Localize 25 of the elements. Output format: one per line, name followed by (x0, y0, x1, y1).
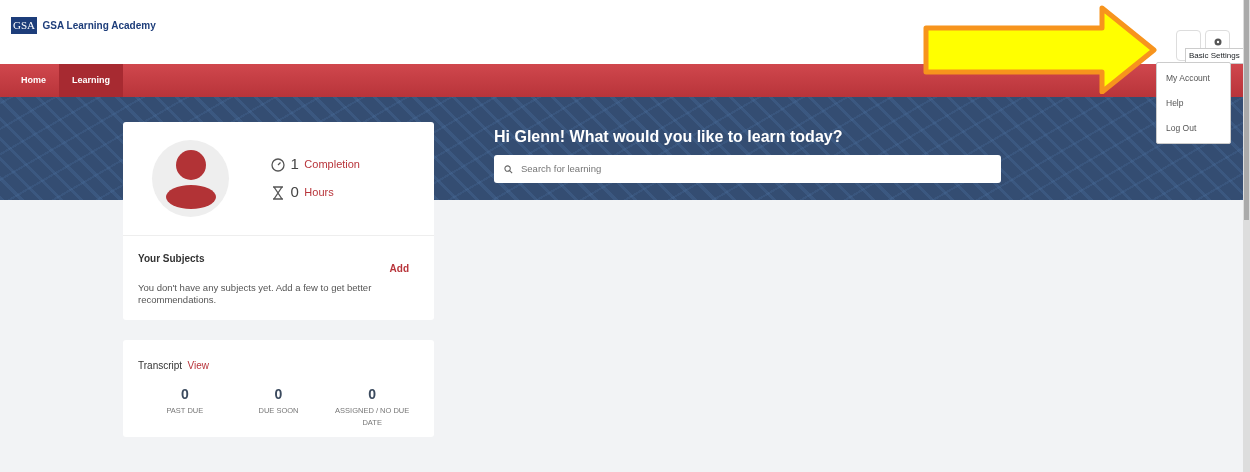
search-icon (504, 164, 513, 174)
stat-count: 0 (367, 385, 378, 405)
greeting-heading: Hi Glenn! What would you like to learn today? (494, 127, 844, 147)
section-title: Your Subjects (138, 252, 205, 266)
stat-value: 0 (290, 182, 299, 203)
logo-badge: GSA (11, 16, 37, 34)
empty-message: You don't have any subjects yet. Add a few to get better recommendations. (138, 281, 373, 308)
section-title: Transcript (138, 359, 183, 374)
site-title: GSA Learning Academy (42, 18, 156, 33)
settings-icon (1212, 36, 1223, 47)
clock-icon (271, 157, 285, 172)
stat-value: 1 (290, 154, 299, 175)
person-icon (165, 148, 216, 209)
hourglass-icon (271, 185, 285, 200)
nav-tab[interactable]: Home (8, 64, 59, 97)
stat-link[interactable]: Hours (304, 184, 334, 201)
add-link[interactable]: Add (389, 261, 409, 276)
search-field[interactable]: Search for learning (494, 154, 1001, 183)
stat-count: 0 (179, 385, 190, 405)
view-link[interactable]: View (187, 358, 210, 374)
scrollbar-thumb[interactable] (1244, 0, 1249, 220)
stat-count: 0 (273, 385, 284, 405)
tooltip: Basic Settings (1185, 48, 1244, 64)
stat-link[interactable]: Completion (304, 156, 360, 173)
nav-tab[interactable]: Learning (59, 64, 124, 97)
